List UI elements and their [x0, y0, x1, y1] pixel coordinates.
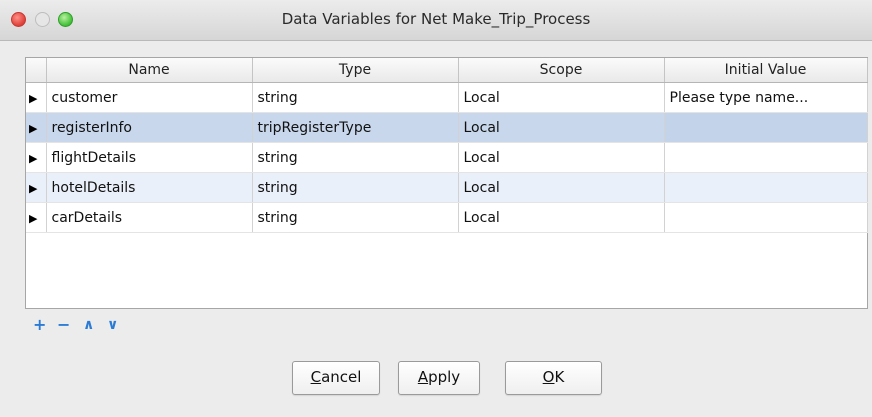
row-expander[interactable]: ▶ [26, 142, 47, 173]
triangle-right-icon: ▶ [29, 121, 38, 135]
ok-button[interactable]: OK [505, 361, 602, 395]
cell-name[interactable]: carDetails [46, 202, 253, 233]
cell-initial-value[interactable]: Please type name... [664, 82, 868, 113]
column-header-type[interactable]: Type [252, 58, 459, 83]
triangle-right-icon: ▶ [29, 91, 38, 105]
triangle-right-icon: ▶ [29, 211, 38, 225]
table-row[interactable]: ▶ flightDetails string Local [26, 142, 868, 173]
column-header-scope[interactable]: Scope [458, 58, 665, 83]
triangle-right-icon: ▶ [29, 181, 38, 195]
row-expander[interactable]: ▶ [26, 82, 47, 113]
cell-scope[interactable]: Local [458, 142, 665, 173]
dialog-content: Name Type Scope Initial Value ▶ customer… [0, 41, 872, 417]
column-header-initial-value[interactable]: Initial Value [664, 58, 868, 83]
table-row[interactable]: ▶ carDetails string Local [26, 202, 868, 233]
table-row[interactable]: ▶ hotelDetails string Local [26, 172, 868, 203]
apply-button[interactable]: Apply [398, 361, 480, 395]
cell-scope[interactable]: Local [458, 112, 665, 143]
header-expander [26, 58, 47, 83]
cell-initial-value[interactable] [664, 112, 868, 143]
move-up-button[interactable]: ∧ [83, 318, 94, 332]
cell-initial-value[interactable] [664, 172, 868, 203]
row-expander[interactable]: ▶ [26, 202, 47, 233]
table-row[interactable]: ▶ customer string Local Please type name… [26, 82, 868, 113]
cell-scope[interactable]: Local [458, 202, 665, 233]
cell-scope[interactable]: Local [458, 82, 665, 113]
cell-type[interactable]: string [252, 142, 459, 173]
cell-name[interactable]: customer [46, 82, 253, 113]
variables-table: Name Type Scope Initial Value ▶ customer… [25, 57, 868, 309]
table-row[interactable]: ▶ registerInfo tripRegisterType Local [26, 112, 868, 143]
cell-type[interactable]: tripRegisterType [252, 112, 459, 143]
cell-name[interactable]: registerInfo [46, 112, 253, 143]
cell-initial-value[interactable] [664, 142, 868, 173]
cell-type[interactable]: string [252, 202, 459, 233]
cell-name[interactable]: hotelDetails [46, 172, 253, 203]
move-down-button[interactable]: ∨ [107, 318, 118, 332]
row-expander[interactable]: ▶ [26, 112, 47, 143]
row-expander[interactable]: ▶ [26, 172, 47, 203]
cell-type[interactable]: string [252, 82, 459, 113]
cancel-button[interactable]: Cancel [292, 361, 380, 395]
cell-type[interactable]: string [252, 172, 459, 203]
dialog-window: Data Variables for Net Make_Trip_Process… [0, 0, 872, 417]
cell-name[interactable]: flightDetails [46, 142, 253, 173]
remove-row-button[interactable]: − [57, 317, 70, 333]
add-row-button[interactable]: + [33, 317, 46, 333]
cell-scope[interactable]: Local [458, 172, 665, 203]
table-header-row: Name Type Scope Initial Value [26, 58, 868, 83]
column-header-name[interactable]: Name [46, 58, 253, 83]
title-bar: Data Variables for Net Make_Trip_Process [0, 0, 872, 41]
cell-initial-value[interactable] [664, 202, 868, 233]
triangle-right-icon: ▶ [29, 151, 38, 165]
window-title: Data Variables for Net Make_Trip_Process [281, 10, 591, 28]
